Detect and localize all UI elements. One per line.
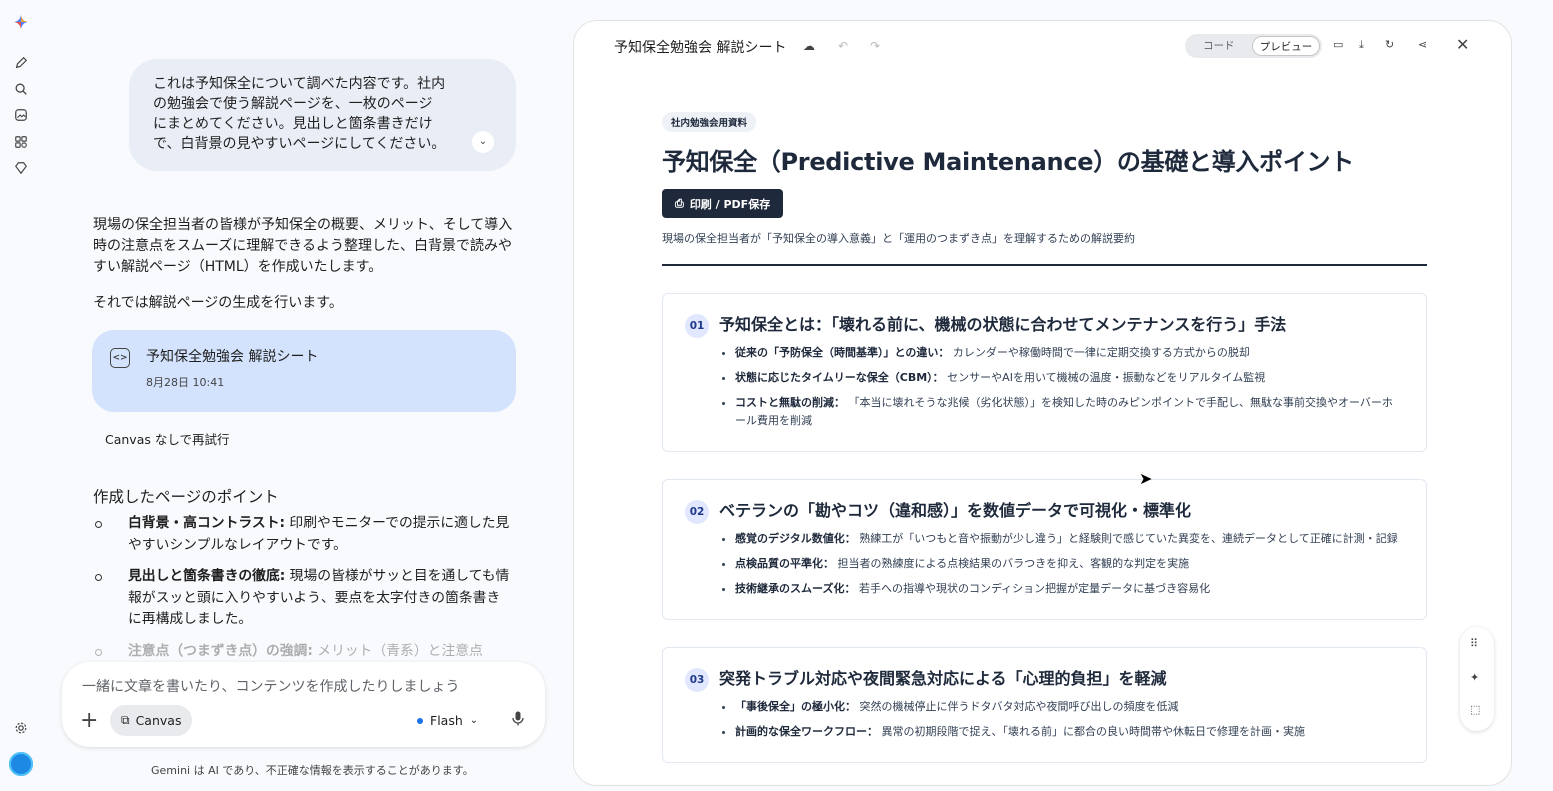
share-icon[interactable]: ⋖ xyxy=(1418,38,1427,51)
retry-without-canvas-button[interactable]: Canvas なしで再試行 xyxy=(105,429,229,448)
tab-code[interactable]: コード xyxy=(1203,38,1235,53)
add-button[interactable]: + xyxy=(80,710,98,732)
search-icon[interactable] xyxy=(13,81,29,97)
select-icon[interactable]: ⬚ xyxy=(1470,703,1480,716)
gemini-logo-icon[interactable] xyxy=(13,14,29,30)
canvas-label: Canvas xyxy=(135,713,182,728)
response-generating: それでは解説ページの生成を行います。 xyxy=(93,295,343,311)
canvas-toggle-button[interactable]: ⧉ Canvas xyxy=(110,705,193,736)
list-item: 注意点（つまずき点）の強調: メリット（青系）と注意点 xyxy=(93,641,513,663)
user-message-bubble: これは予知保全について調べた内容です。社内の勉強会で使う解説ページを、一枚のペー… xyxy=(129,59,516,171)
code-icon: <> xyxy=(110,348,130,368)
canvas-card-title: 予知保全勉強会 解説シート xyxy=(146,349,319,365)
new-chat-icon[interactable] xyxy=(13,55,29,71)
model-selector[interactable]: Flash ⌄ xyxy=(417,713,478,728)
microphone-icon[interactable] xyxy=(512,711,524,730)
response-intro: 現場の保全担当者の皆様が予知保全の概要、メリット、そして導入時の注意点をスムーズ… xyxy=(93,217,513,275)
prompt-input[interactable]: 一緒に文章を書いたり、コンテンツを作成したりしましょう xyxy=(82,676,459,696)
cloud-icon[interactable]: ☁ xyxy=(803,39,815,53)
points-heading: 作成したページのポイント xyxy=(93,488,279,506)
prompt-input-box: 一緒に文章を書いたり、コンテンツを作成したりしましょう + ⧉ Canvas F… xyxy=(62,662,545,747)
print-label: 印刷 / PDF保存 xyxy=(689,197,771,211)
section-card: 02 ベテランの「勘やコツ（違和感）」を数値データで可視化・標準化 感覚のデジタ… xyxy=(662,479,1427,620)
gear-icon[interactable] xyxy=(13,720,29,736)
list-item: 点検品質の平準化： 担当者の熟練度による点検結果のバラつきを抑え、客観的な判定を… xyxy=(735,555,1402,573)
redo-icon[interactable]: ↷ xyxy=(870,39,880,53)
refresh-icon[interactable]: ↻ xyxy=(1385,38,1394,51)
console-icon[interactable]: ▭ xyxy=(1333,38,1343,51)
document-preview: 社内勉強会用資料 予知保全（Predictive Maintenance）の基礎… xyxy=(662,111,1427,763)
undo-icon[interactable]: ↶ xyxy=(838,39,848,53)
list-item: 従来の「予防保全（時間基準）」との違い： カレンダーや稼働時間で一律に定期交換す… xyxy=(735,344,1402,362)
model-label: Flash xyxy=(430,713,463,728)
doc-subtitle: 現場の保全担当者が「予知保全の導入意義」と「運用のつまずき点」を理解するための解… xyxy=(662,232,1135,245)
view-toggle: コード プレビュー xyxy=(1185,34,1322,58)
list-item: 状態に応じたタイムリーな保全（CBM）： センサーやAIを用いて機械の温度・振動… xyxy=(735,369,1402,387)
divider xyxy=(662,264,1427,266)
gallery-icon[interactable] xyxy=(13,107,29,123)
chevron-down-icon: ⌄ xyxy=(469,715,479,726)
section-heading: 予知保全とは：「壊れる前に、機械の状態に合わせてメンテナンスを行う」手法 xyxy=(719,315,1287,334)
chevron-down-icon[interactable]: ⌄ xyxy=(472,131,494,153)
list-item: 計画的な保全ワークフロー： 異常の初期段階で捉え、「壊れる前」に都合の良い時間帯… xyxy=(735,723,1402,741)
drag-handle-icon[interactable]: ⠿ xyxy=(1470,637,1478,650)
canvas-panel: 予知保全勉強会 解説シート ☁ ↶ ↷ コード プレビュー ▭ ⤓ ↻ ⋖ ✕ … xyxy=(573,20,1512,786)
list-item: 「事後保全」の極小化： 突然の機械停止に伴うドタバタ対応や夜間呼び出しの頻度を低… xyxy=(735,698,1402,716)
section-number: 01 xyxy=(685,314,709,338)
printer-icon: ⎙ xyxy=(675,196,684,210)
avatar[interactable] xyxy=(9,752,33,776)
list-item: 技術継承のスムーズ化： 若手への指導や現状のコンディション把握が定量データに基づ… xyxy=(735,580,1402,598)
list-item: 白背景・高コントラスト: 印刷やモニターでの提示に適した見やすいシンプルなレイア… xyxy=(93,513,513,556)
list-item: 見出しと箇条書きの徹底: 現場の皆様がサッと目を通しても情報がスッと頭に入りやす… xyxy=(93,566,513,631)
points-list: 白背景・高コントラスト: 印刷やモニターでの提示に適した見やすいシンプルなレイア… xyxy=(93,513,513,672)
doc-title: 予知保全（Predictive Maintenance）の基礎と導入ポイント xyxy=(662,148,1354,176)
canvas-card-date: 8月28日 10:41 xyxy=(146,376,225,389)
section-card: 01 予知保全とは：「壊れる前に、機械の状態に合わせてメンテナンスを行う」手法 … xyxy=(662,293,1427,452)
close-icon[interactable]: ✕ xyxy=(1456,35,1469,54)
canvas-icon: ⧉ xyxy=(121,713,130,727)
disclaimer: Gemini は AI であり、不正確な情報を表示することがあります。 xyxy=(151,764,474,777)
print-button[interactable]: ⎙ 印刷 / PDF保存 xyxy=(662,189,784,218)
left-rail xyxy=(0,0,44,791)
tab-preview[interactable]: プレビュー xyxy=(1252,36,1320,56)
section-number: 03 xyxy=(685,668,709,692)
section-card: 03 突発トラブル対応や夜間緊急対応による「心理的負担」を軽減 「事後保全」の極… xyxy=(662,647,1427,763)
section-number: 02 xyxy=(685,500,709,524)
mouse-cursor-icon: ➤ xyxy=(1139,469,1153,488)
floating-toolbar: ⠿ ✦ ⬚ xyxy=(1460,627,1494,731)
section-heading: 突発トラブル対応や夜間緊急対応による「心理的負担」を軽減 xyxy=(719,669,1167,688)
sparkle-icon[interactable]: ✦ xyxy=(1470,671,1479,684)
download-icon[interactable]: ⤓ xyxy=(1359,38,1364,52)
gems-icon[interactable] xyxy=(13,160,29,176)
canvas-card[interactable]: <> 予知保全勉強会 解説シート 8月28日 10:41 xyxy=(92,330,516,412)
model-dot-icon xyxy=(417,717,423,724)
doc-badge: 社内勉強会用資料 xyxy=(662,112,757,132)
section-heading: ベテランの「勘やコツ（違和感）」を数値データで可視化・標準化 xyxy=(719,501,1192,520)
user-message-text: これは予知保全について調べた内容です。社内の勉強会で使う解説ページを、一枚のペー… xyxy=(153,76,446,152)
list-item: 感覚のデジタル数値化： 熟練工が「いつもと音や振動が少し違う」と経験則で感じてい… xyxy=(735,530,1402,548)
list-item: コストと無駄の削減： 「本当に壊れそうな兆候（劣化状態）」を検知した時のみピンポ… xyxy=(735,394,1402,430)
apps-icon[interactable] xyxy=(13,134,29,150)
canvas-title: 予知保全勉強会 解説シート xyxy=(614,40,787,56)
